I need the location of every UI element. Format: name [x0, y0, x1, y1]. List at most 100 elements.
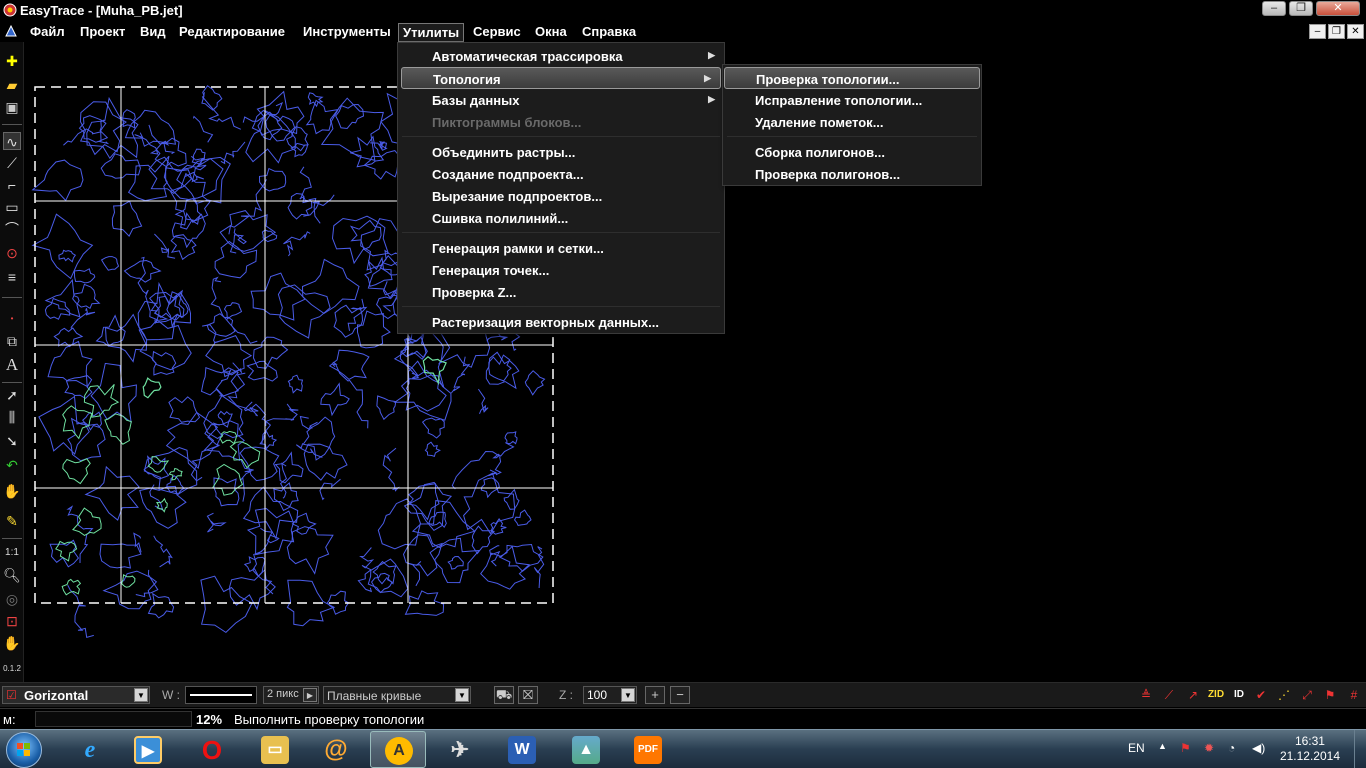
- menu-view[interactable]: Вид: [136, 23, 170, 40]
- menu-item-auto-trace[interactable]: Автоматическая трассировка ▶: [398, 45, 724, 67]
- taskbar-photo-viewer[interactable]: ▲: [558, 731, 614, 768]
- menu-item-check-z[interactable]: Проверка Z...: [398, 281, 724, 303]
- grid-icon[interactable]: #: [1345, 686, 1363, 704]
- direction-arrow-icon[interactable]: ↗: [1184, 686, 1202, 704]
- save-disk-icon[interactable]: ▣: [3, 98, 21, 116]
- mdi-close-button[interactable]: ✕: [1347, 24, 1364, 39]
- snap-toggle-button[interactable]: ⛝: [518, 686, 538, 704]
- chevron-down-icon[interactable]: ▼: [621, 688, 635, 702]
- menu-item-build-polygons[interactable]: Сборка полигонов...: [723, 141, 981, 163]
- pan-disabled-icon[interactable]: ✋: [3, 482, 21, 500]
- nodes-icon[interactable]: ⋰: [1275, 686, 1293, 704]
- taskbar-media-player[interactable]: ▶: [120, 731, 176, 768]
- menu-item-check-polygons[interactable]: Проверка полигонов...: [723, 163, 981, 185]
- menu-help[interactable]: Справка: [578, 23, 640, 40]
- taskbar-explorer[interactable]: ▭: [247, 731, 303, 768]
- snap-button[interactable]: ⛟: [494, 686, 514, 704]
- zoom-one-to-one-icon[interactable]: 1:1: [3, 544, 21, 562]
- menu-item-check-topology[interactable]: Проверка топологии...: [724, 67, 980, 89]
- menu-project[interactable]: Проект: [76, 23, 129, 40]
- menu-item-join-polylines[interactable]: Сшивка полилиний...: [398, 207, 724, 229]
- menu-item-merge-rasters[interactable]: Объединить растры...: [398, 141, 724, 163]
- menu-item-cut-subprojects[interactable]: Вырезание подпроектов...: [398, 185, 724, 207]
- close-button[interactable]: ✕: [1316, 1, 1360, 16]
- document-system-icon[interactable]: [4, 25, 18, 39]
- mdi-minimize-button[interactable]: –: [1309, 24, 1326, 39]
- undo-green-icon[interactable]: ↶: [3, 456, 21, 474]
- attribute-icon[interactable]: ≜: [1137, 686, 1155, 704]
- menu-item-topology[interactable]: Топология ▶: [401, 67, 721, 89]
- text-tool-icon[interactable]: A: [3, 356, 21, 374]
- ruler-scale-icon[interactable]: 0.1.2: [3, 660, 21, 678]
- menu-file[interactable]: Файл: [26, 23, 69, 40]
- line-check-icon[interactable]: ⟋: [1160, 686, 1178, 704]
- select-node-icon[interactable]: ➘: [3, 432, 21, 450]
- tray-expand-icon[interactable]: ▲: [1158, 741, 1167, 751]
- menu-utilities[interactable]: Утилиты: [398, 23, 465, 42]
- taskbar-easytrace[interactable]: A: [370, 731, 426, 768]
- zoom-out-button[interactable]: −: [670, 686, 690, 704]
- dashed-arc-icon[interactable]: ⌒: [3, 220, 21, 238]
- taskbar-pdf-reader[interactable]: PDF: [620, 731, 676, 768]
- menu-windows[interactable]: Окна: [531, 23, 571, 40]
- chevron-down-icon[interactable]: ▼: [455, 688, 469, 702]
- orthogonal-line-icon[interactable]: ⌐: [3, 176, 21, 194]
- select-multiple-icon[interactable]: ⫼: [3, 408, 21, 426]
- tray-volume-icon[interactable]: ◀): [1252, 741, 1265, 755]
- join-lines-icon[interactable]: ⤢: [1298, 686, 1316, 704]
- chevron-right-icon[interactable]: ▶: [303, 688, 317, 702]
- menu-item-fix-topology[interactable]: Исправление топологии...: [723, 89, 981, 111]
- tray-flag-icon[interactable]: ⚑: [1180, 741, 1191, 755]
- taskbar-mail-agent[interactable]: @: [308, 731, 364, 768]
- pan-hand-icon[interactable]: ✋: [3, 634, 21, 652]
- select-arrow-icon[interactable]: ➚: [3, 386, 21, 404]
- menu-edit[interactable]: Редактирование: [175, 23, 289, 40]
- taskbar-word[interactable]: W: [494, 731, 550, 768]
- zoom-extents-icon[interactable]: ⊡: [3, 612, 21, 630]
- block-insert-icon[interactable]: ⧉: [3, 332, 21, 350]
- line-width-select[interactable]: 2 пикс ▶: [263, 686, 319, 704]
- easytrace-app-icon[interactable]: [3, 3, 17, 17]
- zoom-in-button[interactable]: +: [645, 686, 665, 704]
- menu-item-databases[interactable]: Базы данных ▶: [398, 89, 724, 111]
- taskbar-internet-explorer[interactable]: e: [62, 731, 118, 768]
- line-style-preview[interactable]: [185, 686, 257, 704]
- minimize-button[interactable]: –: [1262, 1, 1286, 16]
- clock[interactable]: 16:31 21.12.2014: [1280, 734, 1340, 764]
- zoom-magnifier-icon[interactable]: 🔍︎: [3, 566, 21, 584]
- maximize-button[interactable]: ❐: [1289, 1, 1313, 16]
- new-file-icon[interactable]: ✚: [3, 52, 21, 70]
- taskbar-paper-plane[interactable]: ✈: [432, 731, 488, 768]
- point-icon[interactable]: •: [3, 310, 21, 328]
- menu-item-remove-marks[interactable]: Удаление пометок...: [723, 111, 981, 133]
- polyline-tool-icon[interactable]: ⟋: [3, 154, 21, 172]
- menu-item-generate-points[interactable]: Генерация точек...: [398, 259, 724, 281]
- check-mark-icon[interactable]: ✔: [1252, 686, 1270, 704]
- layer-select[interactable]: ☑ Gorizontal ▼: [2, 686, 150, 704]
- menu-item-generate-frame-grid[interactable]: Генерация рамки и сетки...: [398, 237, 724, 259]
- rectangle-tool-icon[interactable]: ▭: [3, 198, 21, 216]
- flag-icon[interactable]: ⚑: [1321, 686, 1339, 704]
- id-icon[interactable]: ID: [1230, 686, 1248, 704]
- taskbar-opera[interactable]: O: [184, 731, 240, 768]
- menu-service[interactable]: Сервис: [469, 23, 525, 40]
- tray-antivirus-icon[interactable]: ✹: [1204, 741, 1214, 755]
- pencil-icon[interactable]: ✎: [3, 512, 21, 530]
- language-indicator[interactable]: EN: [1128, 741, 1145, 755]
- zoom-window-icon[interactable]: ◎: [3, 590, 21, 608]
- menu-item-create-subproject[interactable]: Создание подпроекта...: [398, 163, 724, 185]
- tray-network-icon[interactable]: ◔: [1228, 741, 1235, 755]
- show-desktop-button[interactable]: [1354, 730, 1366, 768]
- start-button[interactable]: [6, 732, 42, 768]
- point-target-icon[interactable]: ⊙: [3, 244, 21, 262]
- curve-tool-icon[interactable]: ∿: [3, 132, 21, 150]
- mdi-restore-button[interactable]: ❐: [1328, 24, 1345, 39]
- menu-tools[interactable]: Инструменты: [299, 23, 395, 40]
- open-folder-icon[interactable]: ▰: [3, 76, 21, 94]
- menu-item-rasterize-vector[interactable]: Растеризация векторных данных...: [398, 311, 724, 333]
- hatch-tool-icon[interactable]: ≡: [3, 268, 21, 286]
- zoom-select[interactable]: 100 ▼: [583, 686, 637, 704]
- chevron-down-icon[interactable]: ▼: [134, 688, 148, 702]
- curve-mode-select[interactable]: Плавные кривые ▼: [323, 686, 471, 704]
- zid-icon[interactable]: ZID: [1207, 686, 1225, 704]
